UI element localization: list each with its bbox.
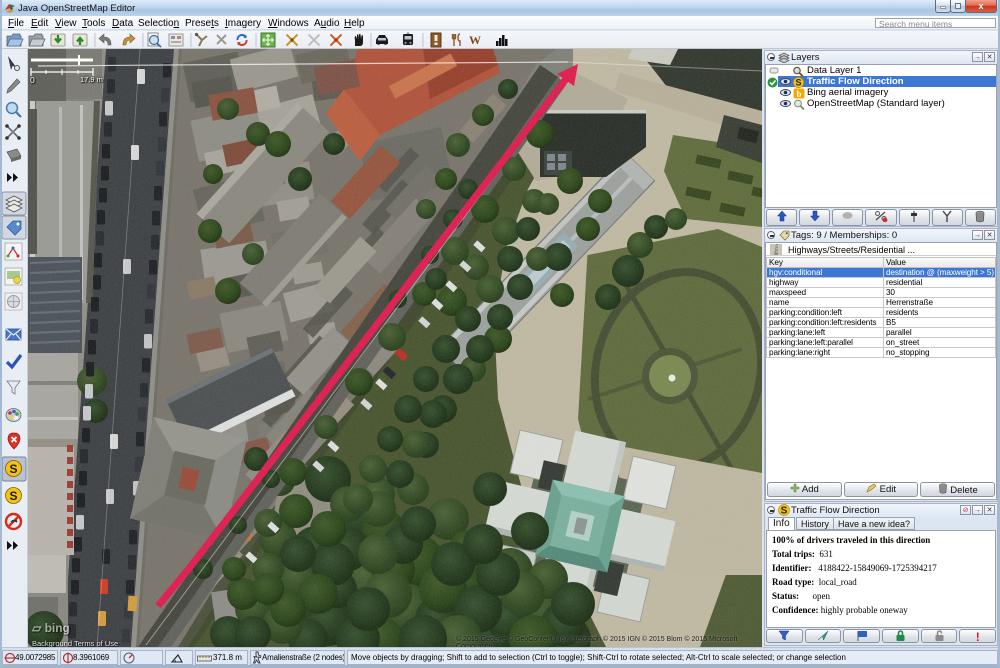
svg-text:b: b — [796, 88, 801, 98]
svg-text:S: S — [9, 462, 17, 476]
svg-text:W: W — [469, 33, 481, 47]
svg-text:S: S — [781, 505, 788, 516]
svg-text:S: S — [795, 77, 801, 87]
svg-text:S: S — [9, 489, 17, 503]
